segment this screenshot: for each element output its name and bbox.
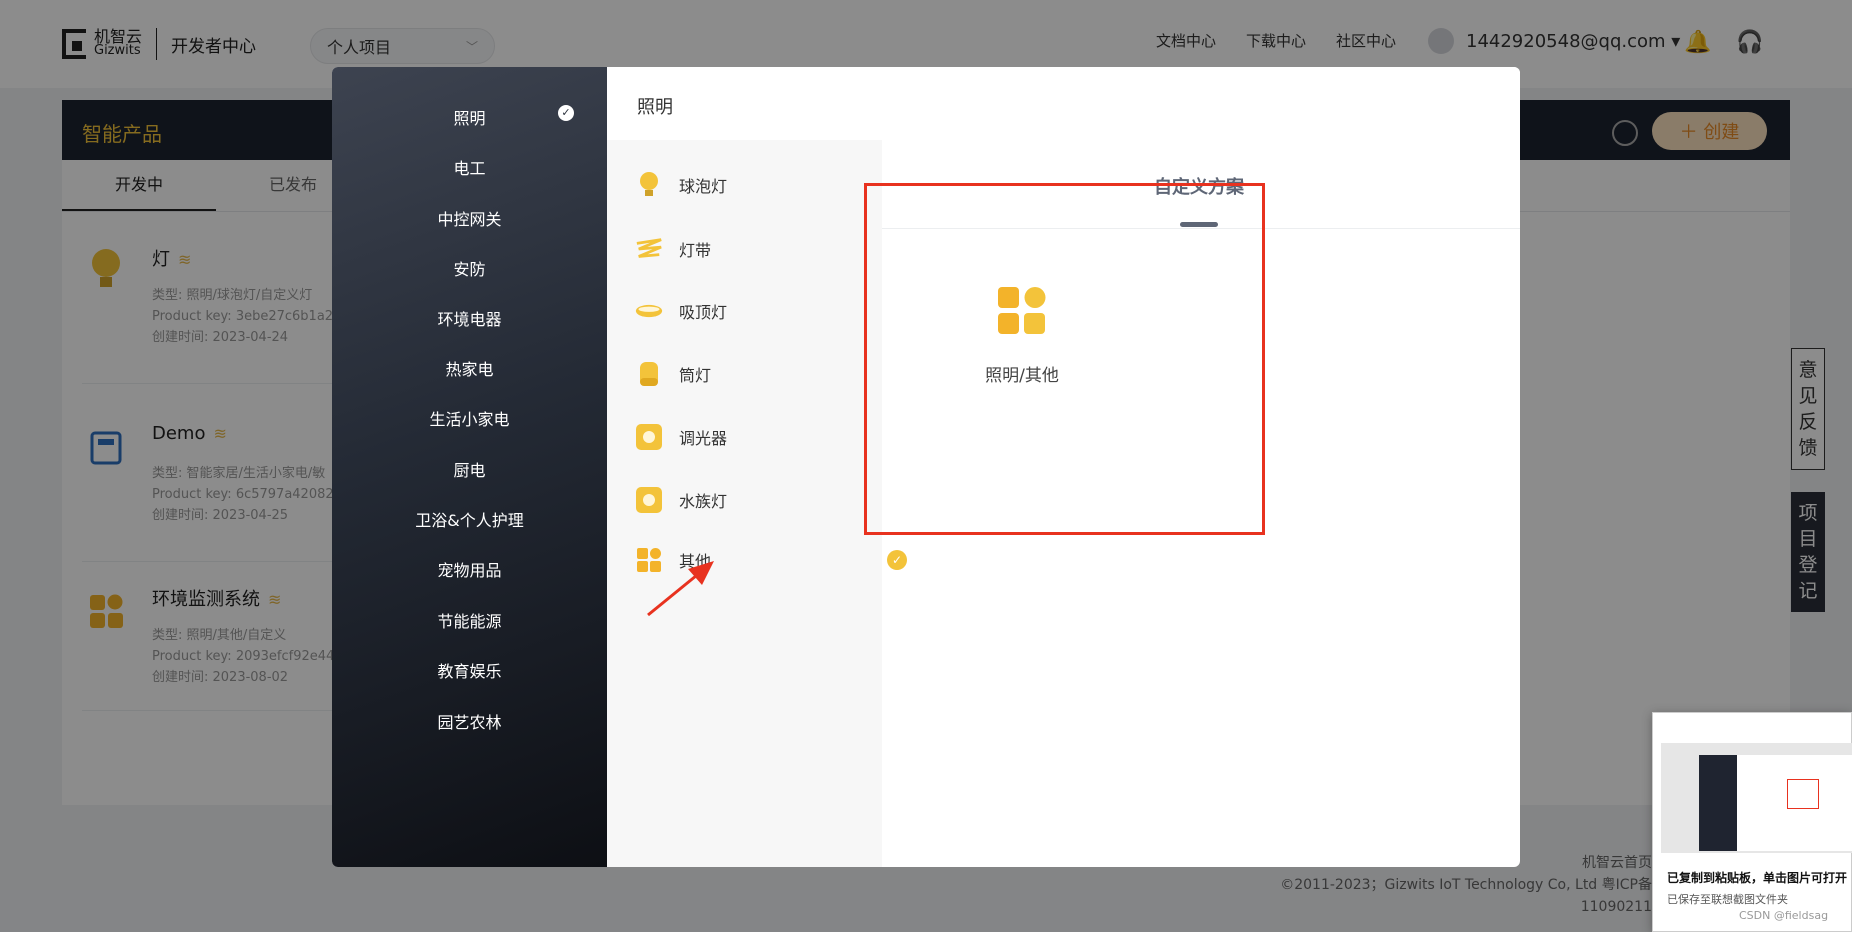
bulb-icon bbox=[635, 171, 663, 199]
category-item-gardening[interactable]: 园艺农林 bbox=[332, 709, 607, 733]
subcategory-item-aquarium[interactable]: 水族灯 bbox=[607, 480, 882, 520]
watermark: CSDN @fieldsag bbox=[1739, 909, 1829, 922]
screenshot-thumbnail[interactable] bbox=[1661, 743, 1852, 853]
annotation-highlight-box bbox=[864, 183, 1265, 535]
subcategory-item-dimmer[interactable]: 调光器 bbox=[607, 417, 882, 457]
screenshot-toast[interactable]: 已复制到粘贴板，单击图片可打开 已保存至联想截图文件夹 CSDN @fields… bbox=[1652, 712, 1852, 932]
subcategory-label: 水族灯 bbox=[679, 492, 728, 511]
category-item-gateway[interactable]: 中控网关 bbox=[332, 206, 607, 230]
annotation-arrow-icon bbox=[647, 561, 714, 617]
downlight-icon bbox=[635, 360, 663, 388]
category-item-pet[interactable]: 宠物用品 bbox=[332, 557, 607, 581]
subcategory-item-downlight[interactable]: 筒灯 bbox=[607, 354, 882, 394]
dimmer-icon bbox=[635, 423, 663, 451]
aquarium-light-icon bbox=[635, 486, 663, 514]
toast-subtitle: 已保存至联想截图文件夹 bbox=[1667, 893, 1788, 906]
subcategory-label: 调光器 bbox=[679, 429, 728, 448]
category-item-kitchen[interactable]: 厨电 bbox=[332, 457, 607, 481]
subcategory-item-ceiling[interactable]: 吸顶灯 bbox=[607, 291, 882, 331]
category-item-electrical[interactable]: 电工 bbox=[332, 155, 607, 179]
check-icon: ✓ bbox=[558, 105, 574, 121]
category-item-security[interactable]: 安防 bbox=[332, 256, 607, 280]
subcategory-item-strip[interactable]: 灯带 bbox=[607, 229, 882, 269]
modal-title-bar: 照明 ✕ bbox=[607, 67, 1520, 140]
category-item-small-appliances[interactable]: 生活小家电 bbox=[332, 406, 607, 430]
category-list: 照明 ✓ 电工 中控网关 安防 环境电器 热家电 生活小家电 厨电 卫浴&个人护… bbox=[332, 67, 607, 867]
category-item-education[interactable]: 教育娱乐 bbox=[332, 658, 607, 682]
category-item-environment[interactable]: 环境电器 bbox=[332, 306, 607, 330]
subcategory-label: 球泡灯 bbox=[679, 177, 728, 196]
subcategory-item-bulb[interactable]: 球泡灯 bbox=[607, 165, 882, 205]
subcategory-label: 灯带 bbox=[679, 241, 712, 260]
modal-subtitle: 照明 bbox=[637, 97, 673, 118]
subcategory-label: 筒灯 bbox=[679, 366, 712, 385]
category-item-heating[interactable]: 热家电 bbox=[332, 356, 607, 380]
subcategory-label: 吸顶灯 bbox=[679, 303, 728, 322]
ceiling-light-icon bbox=[635, 297, 663, 325]
category-item-energy[interactable]: 节能能源 bbox=[332, 608, 607, 632]
toast-title: 已复制到粘贴板，单击图片可打开 bbox=[1667, 871, 1848, 885]
check-icon: ✓ bbox=[887, 550, 907, 570]
category-item-bath-care[interactable]: 卫浴&个人护理 bbox=[332, 507, 607, 531]
light-strip-icon bbox=[635, 235, 663, 263]
